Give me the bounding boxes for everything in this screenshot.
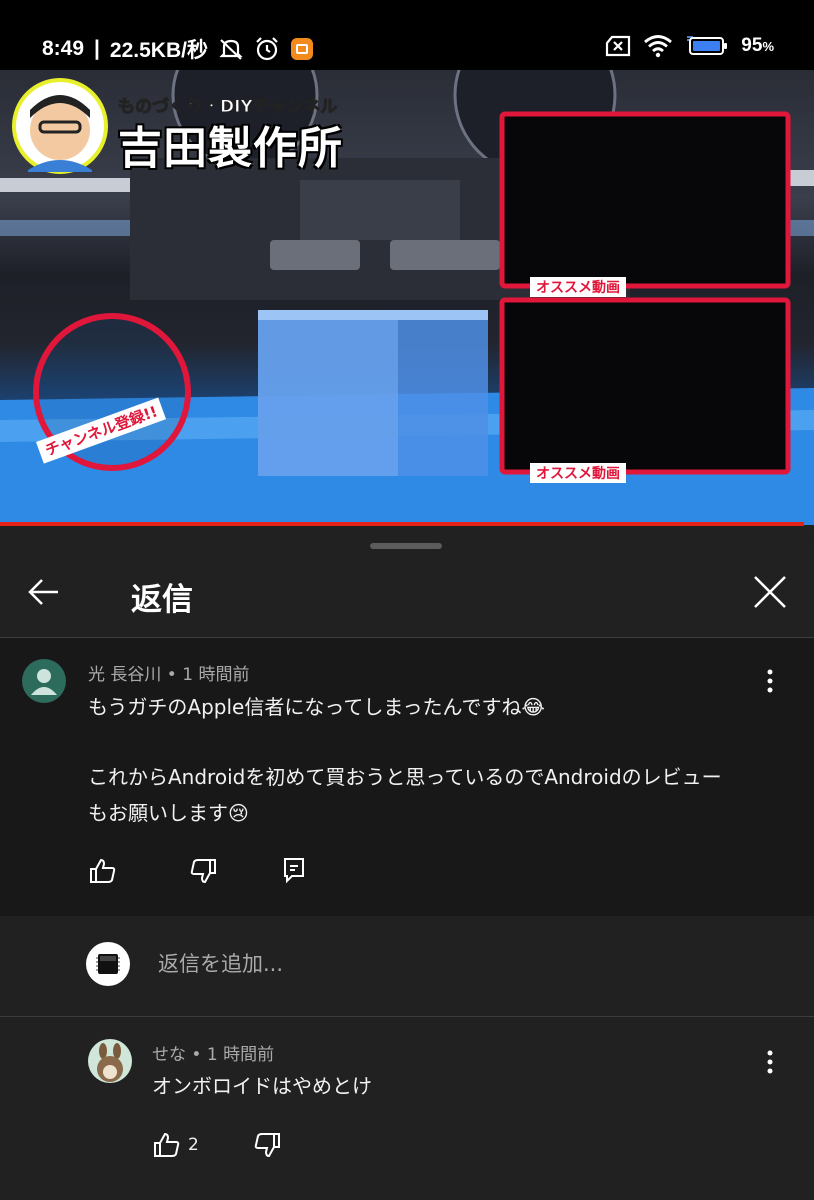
current-user-avatar — [86, 942, 130, 986]
recommended-label-2: オススメ動画 — [530, 463, 626, 483]
reply-author[interactable]: せな — [152, 1045, 186, 1065]
reply-meta: せな • 1 時間前 — [152, 1040, 274, 1065]
close-icon[interactable] — [750, 572, 790, 612]
reply-thumbs-up-icon[interactable] — [152, 1130, 182, 1160]
status-bar: 8:49 | 22.5KB/秒 95% — [0, 0, 814, 70]
reply-meta-separator: • — [186, 1045, 207, 1065]
reply-thumbs-down-icon[interactable] — [252, 1130, 282, 1160]
mute-bell-icon — [219, 39, 243, 60]
reply-divider — [0, 1016, 814, 1017]
video-progress-bar[interactable] — [0, 522, 804, 526]
arrow-left-icon[interactable] — [24, 572, 64, 612]
reply-more-options-icon[interactable] — [758, 1049, 782, 1075]
printer-rod-left — [0, 178, 130, 192]
drag-handle[interactable] — [370, 543, 442, 549]
printhead-clip-left — [270, 240, 360, 270]
main-comment-author[interactable]: 光 長谷川 — [88, 665, 161, 685]
printhead-clip-right — [390, 240, 500, 270]
meta-separator: • — [161, 665, 183, 685]
reply-text: オンボロイドはやめとけ — [152, 1074, 372, 1098]
bear-icon — [97, 1043, 123, 1082]
person-icon — [31, 669, 57, 695]
printhead-shade — [300, 180, 460, 240]
chip-icon — [96, 954, 120, 974]
main-comment-meta: 光 長谷川 • 1 時間前 — [88, 660, 249, 685]
main-comment-avatar[interactable] — [22, 659, 66, 703]
status-left: 8:49 | 22.5KB/秒 — [42, 34, 314, 64]
printed-object-top — [258, 310, 488, 320]
reply-like-count: 2 — [188, 1135, 199, 1155]
channel-name: 吉田製作所 — [118, 123, 343, 174]
recommended-box-1[interactable] — [499, 111, 791, 289]
thumbs-down-icon[interactable] — [188, 856, 218, 886]
recommended-box-2[interactable] — [499, 297, 791, 475]
battery-icon — [687, 36, 728, 55]
more-options-icon[interactable] — [758, 668, 782, 694]
printed-object-face — [258, 316, 398, 476]
reply-avatar[interactable] — [88, 1039, 132, 1083]
battery-value: 95 — [741, 35, 763, 56]
notification-app-icon — [290, 38, 313, 60]
main-comment-line2: これからAndroidを初めて買おうと思っているのでAndroidのレビュー — [88, 765, 722, 789]
battery-unit: % — [762, 39, 774, 54]
reply-icon[interactable] — [280, 856, 310, 886]
thumbs-up-icon[interactable] — [88, 856, 118, 886]
separator-bar: | — [94, 37, 100, 60]
main-comment-line3: もお願いします😢 — [88, 801, 249, 825]
add-reply-input[interactable] — [158, 952, 718, 976]
sim-x-icon — [606, 35, 631, 57]
reply-time: 1 時間前 — [206, 1045, 275, 1065]
alarm-icon — [256, 37, 278, 61]
battery-level: 95% — [741, 35, 774, 57]
main-comment-line1: もうガチのApple信者になってしまったんですね😂 — [88, 695, 545, 719]
sheet-title: 返信 — [131, 582, 193, 618]
sheet-header — [0, 550, 814, 638]
status-right: 95% — [605, 34, 774, 58]
recommended-label-1: オススメ動画 — [530, 277, 626, 297]
video-player[interactable]: ものづくり・DIYチャンネル 吉田製作所 オススメ動画 オススメ動画 チャンネル… — [0, 70, 814, 525]
network-speed: 22.5KB/秒 — [109, 39, 208, 62]
wifi-icon — [644, 35, 673, 58]
clock: 8:49 — [42, 37, 85, 60]
main-comment-time: 1 時間前 — [182, 665, 250, 685]
